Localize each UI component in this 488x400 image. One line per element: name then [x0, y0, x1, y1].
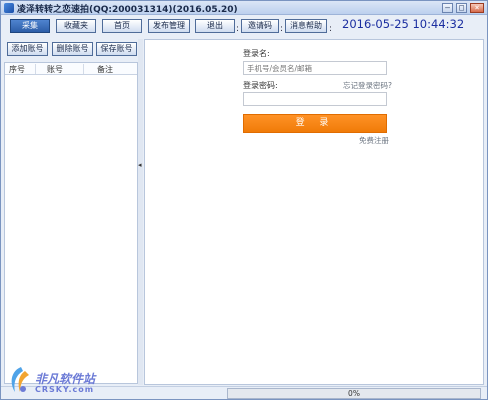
- delete-account-button[interactable]: 删除账号: [52, 42, 93, 56]
- toolbar-separator: :: [280, 24, 284, 34]
- watermark: 非凡软件站 CRSKY.com: [7, 361, 117, 399]
- watermark-logo-icon: [11, 367, 29, 392]
- collapse-arrow-icon[interactable]: ◂: [138, 161, 142, 169]
- favorites-button[interactable]: 收藏夹: [56, 19, 96, 33]
- username-label: 登录名:: [243, 49, 270, 58]
- column-divider: [83, 64, 84, 74]
- account-list[interactable]: 序号 账号 备注: [4, 62, 138, 384]
- password-input[interactable]: [243, 92, 387, 106]
- column-divider: [35, 64, 36, 74]
- maximize-button[interactable]: □: [456, 3, 467, 13]
- column-account[interactable]: 账号: [47, 64, 63, 75]
- panel-splitter[interactable]: ◂: [138, 39, 143, 385]
- close-button[interactable]: ×: [470, 3, 484, 13]
- forgot-password-link[interactable]: 忘记登录密码?: [343, 80, 392, 91]
- add-account-button[interactable]: 添加账号: [7, 42, 48, 56]
- collect-button[interactable]: 采集: [10, 19, 50, 33]
- window-title: 凌泽转转之恋速拍(QQ:200031314)(2016.05.20): [17, 5, 238, 15]
- toolbar-separator: :: [236, 24, 240, 34]
- app-window: 凌泽转转之恋速拍(QQ:200031314)(2016.05.20) – □ ×…: [0, 0, 488, 400]
- register-link[interactable]: 免费注册: [359, 135, 389, 146]
- app-icon: [4, 3, 14, 13]
- message-help-button[interactable]: 消息帮助: [285, 19, 327, 33]
- progress-bar: 0%: [227, 388, 481, 399]
- progress-text: 0%: [348, 389, 360, 398]
- logout-button[interactable]: 退出: [195, 19, 235, 33]
- column-note[interactable]: 备注: [97, 64, 113, 75]
- account-list-header: 序号 账号 备注: [5, 63, 137, 75]
- minimize-button[interactable]: –: [442, 3, 453, 13]
- title-bar: 凌泽转转之恋速拍(QQ:200031314)(2016.05.20) – □ ×: [1, 1, 487, 15]
- publish-manage-button[interactable]: 发布管理: [148, 19, 190, 33]
- toolbar: 采集 收藏夹 首页 发布管理 退出 : 邀请码 : 消息帮助 : 2016-05…: [1, 16, 487, 38]
- username-input[interactable]: [243, 61, 387, 75]
- clock: 2016-05-25 10:44:32: [342, 17, 465, 31]
- password-label: 登录密码:: [243, 81, 278, 90]
- toolbar-separator: :: [329, 24, 333, 34]
- home-button[interactable]: 首页: [102, 19, 142, 33]
- login-button[interactable]: 登 录: [243, 114, 387, 133]
- watermark-site: CRSKY.com: [35, 385, 95, 394]
- invite-code-button[interactable]: 邀请码: [241, 19, 279, 33]
- browser-panel: 登录名: 登录密码: 忘记登录密码? 登 录 免费注册: [144, 39, 484, 385]
- column-index[interactable]: 序号: [9, 64, 25, 75]
- save-account-button[interactable]: 保存账号: [96, 42, 137, 56]
- account-panel: 添加账号 删除账号 保存账号 序号 账号 备注: [4, 39, 138, 385]
